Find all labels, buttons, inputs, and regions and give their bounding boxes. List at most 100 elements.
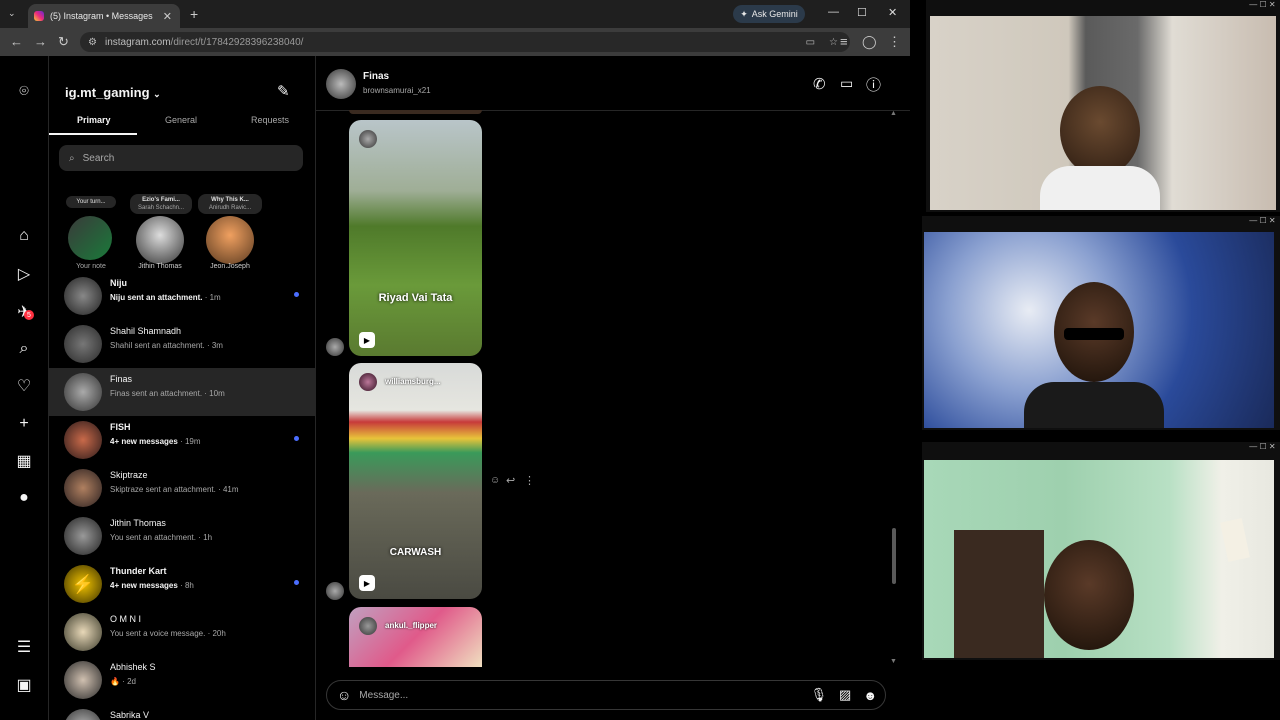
microphone-icon[interactable]: 🎙	[811, 687, 828, 703]
message-composer[interactable]: ☺ Message... 🎙 ▨ ☻	[326, 680, 886, 710]
note-bubble[interactable]: Your turn...	[66, 196, 116, 208]
minimize-icon[interactable]: —	[828, 6, 839, 18]
video-window-2[interactable]: — ☐ ✕	[922, 216, 1280, 430]
jithin-thomas-avatar[interactable]	[136, 216, 184, 264]
chat-name[interactable]: Finas	[363, 71, 389, 82]
profile-icon[interactable]: ●	[14, 488, 34, 508]
participant-face	[1044, 540, 1134, 650]
scroll-up-arrow-icon[interactable]: ▲	[890, 110, 897, 117]
dashboard-icon[interactable]: ▦	[14, 451, 34, 471]
reel-author-avatar	[359, 373, 377, 391]
more-options-icon[interactable]: ⋮	[524, 474, 535, 487]
video-window-controls[interactable]: — ☐ ✕	[922, 442, 1280, 456]
previous-message-edge	[349, 110, 482, 114]
conversation-item[interactable]: Jithin Thomas You sent an attachment. · …	[49, 512, 315, 560]
search-input[interactable]: ⌕ Search	[59, 145, 303, 171]
reels-icon[interactable]: ▷	[14, 264, 34, 284]
scrollbar-thumb[interactable]	[892, 528, 896, 584]
reel-author-avatar	[359, 130, 377, 148]
new-message-icon[interactable]: ✎	[277, 82, 290, 100]
window-close-icon[interactable]: ✕	[888, 6, 897, 19]
new-tab-button[interactable]: +	[190, 6, 198, 22]
browser-tab-instagram[interactable]: (5) Instagram • Messages ✕	[28, 4, 180, 28]
unread-dot	[294, 436, 299, 441]
video-window-controls[interactable]: — ☐ ✕	[926, 0, 1280, 14]
close-tab-icon[interactable]: ✕	[163, 10, 172, 23]
conversation-item[interactable]: Niju Niju sent an attachment. · 1m	[49, 272, 315, 320]
inbox-tabs: Primary General Requests	[49, 112, 315, 134]
sunglasses	[1064, 328, 1124, 340]
maximize-icon[interactable]: ☐	[857, 6, 867, 19]
webcam-feed	[930, 16, 1276, 210]
shared-reel-message[interactable]: Riyad Vai Tata ▶	[349, 120, 482, 356]
video-call-icon[interactable]: ▭	[840, 75, 853, 92]
your-note-avatar[interactable]	[68, 216, 112, 260]
message-input-placeholder[interactable]: Message...	[359, 690, 408, 701]
shared-reel-message[interactable]: ankul._flipper	[349, 607, 482, 667]
home-icon[interactable]: ⌂	[14, 226, 34, 246]
unread-dot	[294, 292, 299, 297]
note-bubble[interactable]: Why This K... Anirudh Ravic...	[198, 194, 262, 214]
address-bar[interactable]: ⚙ instagram.com /direct/t/17842928396238…	[80, 32, 850, 52]
ask-gemini-button[interactable]: ✦ Ask Gemini	[733, 5, 805, 23]
reload-icon[interactable]: ↻	[58, 34, 69, 50]
conversation-item[interactable]: O M N I You sent a voice message. · 20h	[49, 608, 315, 656]
sender-avatar	[326, 338, 344, 356]
instagram-logo-icon[interactable]: ⌾	[14, 82, 34, 102]
reel-account-name: williamsburg...	[385, 377, 441, 386]
back-icon[interactable]: ←	[10, 34, 23, 49]
also-from-meta-icon[interactable]: ▣	[14, 675, 34, 695]
reel-icon: ▶	[359, 332, 375, 348]
conversation-item[interactable]: Sabrika V	[49, 704, 315, 720]
scroll-down-arrow-icon[interactable]: ▼	[890, 658, 897, 665]
tab-general[interactable]: General	[165, 115, 197, 125]
site-info-icon[interactable]: ⚙	[88, 37, 97, 48]
chat-scrollbar[interactable]	[891, 110, 897, 670]
video-window-3[interactable]: — ☐ ✕	[922, 442, 1280, 660]
avatar	[64, 277, 102, 315]
participant-face	[1060, 86, 1140, 176]
messages-icon[interactable]: ✈ 5	[14, 302, 34, 322]
more-menu-icon[interactable]: ☰	[14, 637, 34, 657]
tab-requests[interactable]: Requests	[251, 115, 289, 125]
jeon-joseph-avatar[interactable]	[206, 216, 254, 264]
search-icon: ⌕	[69, 152, 75, 164]
search-nav-icon[interactable]: ⌕	[14, 339, 34, 359]
bookmark-star-icon[interactable]: ☆	[829, 37, 838, 48]
notifications-heart-icon[interactable]: ♡	[14, 376, 34, 396]
conversation-item[interactable]: ⚡ Thunder Kart 4+ new messages · 8h	[49, 560, 315, 608]
profile-avatar-icon[interactable]: ◯	[862, 34, 877, 50]
conversation-item[interactable]: Abhishek S 🔥 · 2d	[49, 656, 315, 704]
info-icon[interactable]: ⓘ	[866, 74, 881, 95]
gallery-icon[interactable]: ▨	[839, 687, 851, 703]
wall-paper	[1220, 518, 1250, 562]
chat-avatar[interactable]	[326, 69, 356, 99]
tab-search-icon[interactable]: ⌄	[8, 8, 16, 19]
webcam-feed	[924, 232, 1274, 428]
reel-overlay-text: CARWASH	[389, 547, 442, 558]
tab-primary[interactable]: Primary	[77, 115, 111, 125]
emoji-icon[interactable]: ☺	[337, 687, 351, 703]
account-switcher[interactable]: ig.mt_gaming ⌄	[65, 85, 161, 100]
sticker-icon[interactable]: ☻	[863, 688, 877, 703]
react-emoji-icon[interactable]: ☺	[490, 475, 500, 486]
phone-call-icon[interactable]: ✆	[813, 75, 826, 93]
tab-title: (5) Instagram • Messages	[50, 11, 153, 21]
media-control-icon[interactable]: ≡	[840, 34, 848, 49]
browser-menu-icon[interactable]: ⋮	[888, 34, 901, 50]
video-window-1[interactable]: — ☐ ✕	[926, 0, 1280, 212]
conversation-item-selected[interactable]: Finas Finas sent an attachment. · 10m	[49, 368, 315, 416]
reply-icon[interactable]: ↩	[506, 474, 515, 487]
forward-icon[interactable]: →	[34, 34, 47, 49]
conversation-item[interactable]: FISH 4+ new messages · 19m	[49, 416, 315, 464]
avatar	[64, 373, 102, 411]
conversation-item[interactable]: Shahil Shamnadh Shahil sent an attachmen…	[49, 320, 315, 368]
shared-reel-message[interactable]: williamsburg... CARWASH ▶	[349, 363, 482, 599]
participant-shirt	[1040, 166, 1160, 210]
video-window-controls[interactable]: — ☐ ✕	[922, 216, 1280, 230]
create-plus-icon[interactable]: +	[14, 414, 34, 434]
note-bubble[interactable]: Ezio's Fami... Sarah Schachn...	[130, 194, 192, 214]
cast-icon[interactable]: ▭	[806, 37, 815, 48]
note-label: Jeon.Joseph	[210, 263, 250, 270]
conversation-item[interactable]: Skiptraze Skiptraze sent an attachment. …	[49, 464, 315, 512]
